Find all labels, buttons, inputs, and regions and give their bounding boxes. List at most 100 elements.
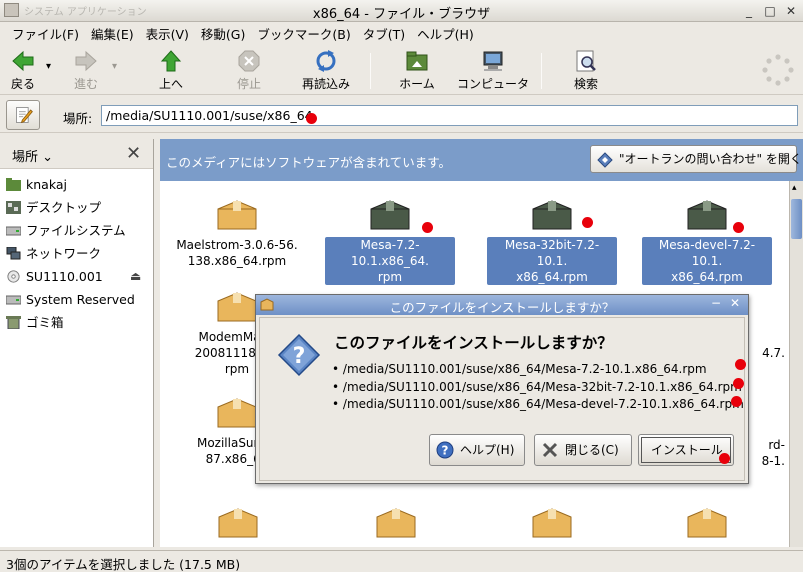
dialog-minimize-icon[interactable]: − [711, 296, 721, 310]
file-name: Mesa-devel-7.2-10.1. x86_64.rpm [642, 237, 772, 285]
search-button[interactable]: 検索 [566, 49, 606, 93]
package-icon [532, 200, 572, 230]
file-name: Maelstrom-3.0.6-56. 138.x86_64.rpm [176, 238, 298, 268]
home-button[interactable]: ホーム [392, 49, 442, 93]
dialog-heading: このファイルをインストールしますか？ [334, 334, 613, 352]
menu-tabs[interactable]: タブ(T) [357, 24, 411, 43]
close-icon [542, 442, 558, 458]
package-icon [217, 398, 257, 428]
menu-help[interactable]: ヘルプ(H) [411, 24, 480, 43]
sidebar-item-trash[interactable]: ゴミ箱 [0, 311, 153, 334]
reload-label: 再読込み [301, 77, 350, 91]
maximize-icon[interactable]: □ [762, 3, 778, 19]
trash-icon [6, 316, 21, 329]
toolbar-separator [370, 53, 371, 89]
package-icon[interactable] [215, 505, 261, 541]
sidebar-item-label: ファイルシステム [26, 223, 126, 238]
menu-bar: ファイル(F) 編集(E) 表示(V) 移動(G) ブックマーク(B) タブ(T… [0, 22, 803, 44]
sidebar-item-filesystem[interactable]: ファイルシステム [0, 219, 153, 242]
sidebar-item-label: ネットワーク [26, 246, 102, 261]
search-icon [576, 50, 596, 72]
dialog-close-icon[interactable]: ✕ [730, 296, 740, 310]
back-button[interactable]: 戻る [4, 49, 42, 93]
sidebar-header: 場所 ⌄ ✕ [0, 139, 153, 169]
cdrom-icon [7, 270, 20, 283]
annotation-marker [582, 217, 593, 228]
home-folder-icon [406, 51, 428, 71]
throbber-icon [762, 54, 794, 86]
help-icon: ? [436, 441, 454, 459]
install-dialog: このファイルをインストールしますか？ − ✕ ? このファイルをインストールしま… [255, 294, 749, 484]
forward-history-chevron-icon[interactable]: ▾ [112, 61, 117, 72]
annotation-marker [731, 396, 742, 407]
sidebar-item-su1110[interactable]: SU1110.001 ⏏ [0, 265, 153, 288]
list-item: /media/SU1110.001/suse/x86_64/Mesa-7.2-1… [332, 361, 744, 379]
home-folder-icon [6, 178, 21, 191]
up-label: 上へ [158, 77, 183, 91]
menu-bookmarks[interactable]: ブックマーク(B) [251, 24, 356, 43]
up-button[interactable]: 上へ [150, 49, 192, 93]
file-item-selected[interactable]: Mesa-32bit-7.2-10.1. x86_64.rpm [487, 197, 617, 285]
close-button-label: 閉じる(C) [565, 443, 619, 457]
autorun-icon [597, 152, 613, 168]
package-icon[interactable] [373, 505, 419, 541]
sidebar: 場所 ⌄ ✕ knakaj デスクトップ ファイルシステム ネットワーク SU1… [0, 139, 154, 547]
menu-edit[interactable]: 編集(E) [85, 24, 140, 43]
computer-button[interactable]: コンピュータ [456, 49, 530, 93]
package-icon[interactable] [529, 505, 575, 541]
sidebar-item-desktop[interactable]: デスクトップ [0, 196, 153, 219]
file-item-selected[interactable]: Mesa-devel-7.2-10.1. x86_64.rpm [642, 197, 772, 285]
sidebar-item-system-reserved[interactable]: System Reserved [0, 288, 153, 311]
sidebar-item-network[interactable]: ネットワーク [0, 242, 153, 265]
package-icon [217, 292, 257, 322]
install-button-label: インストール [651, 443, 723, 457]
scroll-up-icon[interactable]: ▴ [792, 183, 797, 193]
sidebar-item-label: System Reserved [26, 292, 135, 307]
close-sidebar-icon[interactable]: ✕ [126, 143, 141, 164]
scrollbar-thumb[interactable] [791, 199, 802, 239]
eject-icon[interactable]: ⏏ [130, 265, 141, 288]
status-text: 3個のアイテムを選択しました (17.5 MB) [6, 557, 241, 572]
forward-button[interactable]: 進む [66, 49, 106, 93]
file-item-selected[interactable]: Mesa-7.2-10.1.x86_64. rpm [325, 197, 455, 285]
search-label: 検索 [573, 77, 598, 91]
close-window-icon[interactable]: ✕ [783, 3, 799, 19]
annotation-marker [733, 378, 744, 389]
close-button[interactable]: 閉じる(C) [534, 434, 632, 466]
annotation-marker [719, 453, 730, 464]
package-icon [217, 200, 257, 230]
desktop-icon [6, 201, 21, 214]
list-item: /media/SU1110.001/suse/x86_64/Mesa-devel… [332, 396, 744, 414]
file-item[interactable]: Maelstrom-3.0.6-56. 138.x86_64.rpm [172, 197, 302, 269]
sidebar-selector[interactable]: 場所 ⌄ [12, 146, 53, 165]
sidebar-item-home[interactable]: knakaj [0, 173, 153, 196]
open-autorun-button[interactable]: "オートランの問い合わせ" を開く [590, 145, 802, 173]
svg-text:?: ? [442, 444, 449, 458]
minimize-icon[interactable]: _ [741, 3, 757, 19]
window-title: x86_64 - ファイル・ブラウザ [312, 7, 491, 22]
package-icon[interactable] [684, 505, 730, 541]
harddisk-icon [6, 295, 21, 305]
reload-button[interactable]: 再読込み [298, 49, 354, 93]
sidebar-item-label: ゴミ箱 [26, 315, 64, 330]
svg-text:?: ? [293, 344, 306, 369]
computer-icon [483, 51, 503, 71]
help-button[interactable]: ? ヘルプ(H) [429, 434, 525, 466]
menu-view[interactable]: 表示(V) [140, 24, 195, 43]
arrow-right-icon [75, 50, 97, 72]
reload-icon [316, 50, 336, 72]
menu-file[interactable]: ファイル(F) [6, 24, 85, 43]
toggle-location-button[interactable] [6, 100, 40, 130]
back-history-chevron-icon[interactable]: ▾ [46, 61, 51, 72]
menu-go[interactable]: 移動(G) [195, 24, 251, 43]
vertical-scrollbar[interactable]: ▴ [789, 181, 803, 547]
location-input[interactable]: /media/SU1110.001/suse/x86_64 [101, 105, 798, 126]
stop-button[interactable]: 停止 [228, 49, 270, 93]
file-name: 4.7. [762, 346, 785, 360]
install-file-list: /media/SU1110.001/suse/x86_64/Mesa-7.2-1… [332, 361, 744, 414]
arrow-left-icon [12, 50, 34, 72]
sidebar-item-label: SU1110.001 [26, 269, 103, 284]
arrow-up-icon [160, 50, 182, 72]
annotation-marker [422, 222, 433, 233]
chevron-down-icon: ⌄ [38, 150, 54, 165]
